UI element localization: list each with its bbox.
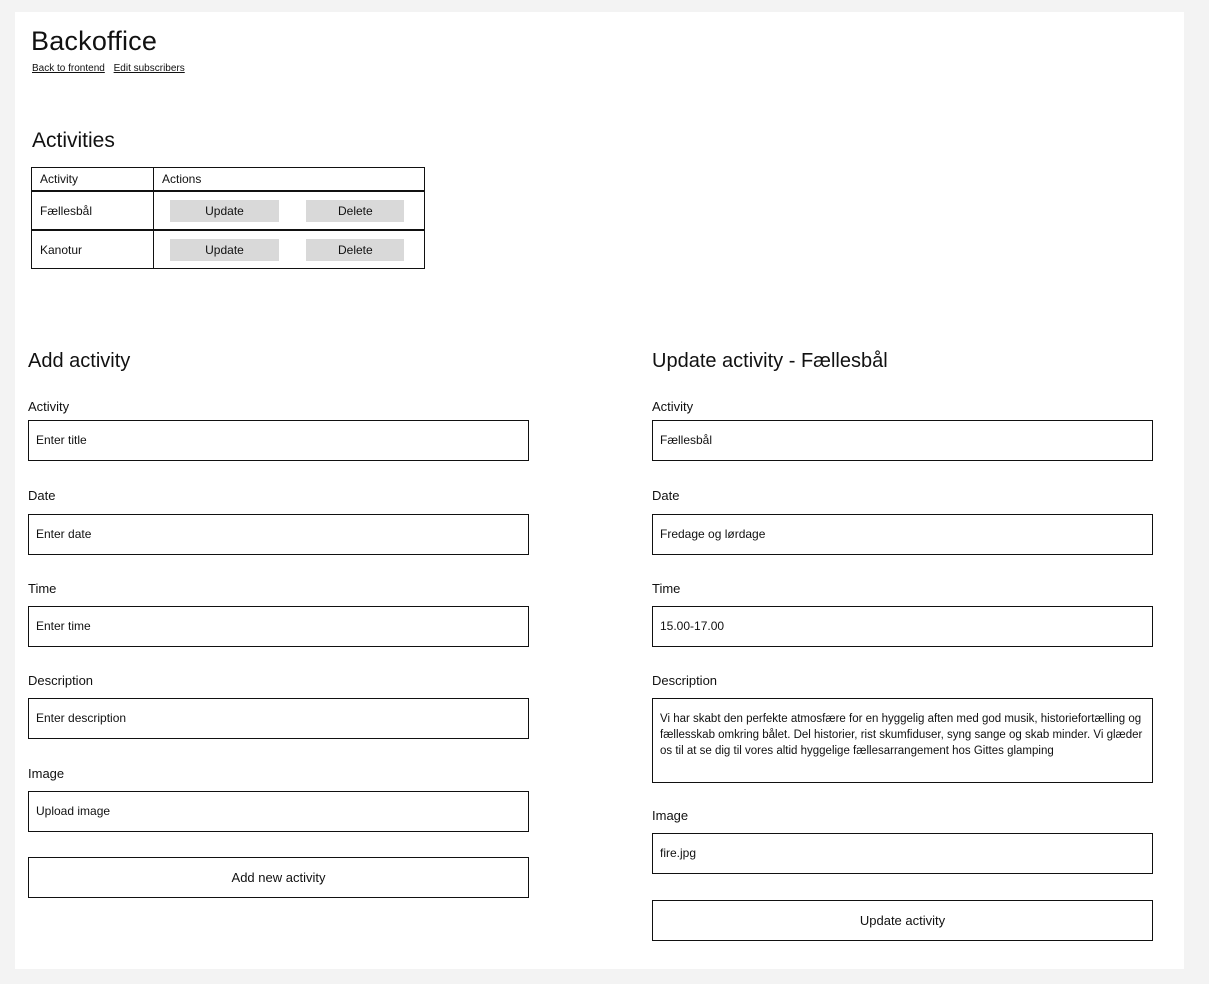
add-description-label: Description <box>28 673 94 688</box>
backoffice-panel: Backoffice Back to frontend Edit subscri… <box>15 12 1184 969</box>
activities-heading: Activities <box>32 129 115 152</box>
add-date-label: Date <box>28 488 56 503</box>
update-time-label: Time <box>652 581 681 596</box>
actions-cell: Update Delete <box>153 190 425 231</box>
update-date-label: Date <box>652 488 680 503</box>
update-button[interactable]: Update <box>170 238 279 261</box>
table-row: Fællesbål Update Delete <box>31 190 425 231</box>
add-time-label: Time <box>28 581 57 596</box>
activity-name-cell: Fællesbål <box>31 190 154 231</box>
update-button[interactable]: Update <box>170 199 279 222</box>
update-activity-button[interactable]: Update activity <box>652 900 1153 941</box>
column-header-activity: Activity <box>31 167 154 192</box>
add-description-input[interactable]: Enter description <box>28 698 529 739</box>
add-activity-heading: Add activity <box>28 350 131 372</box>
add-title-input[interactable]: Enter title <box>28 420 529 461</box>
update-time-input[interactable]: 15.00-17.00 <box>652 606 1153 647</box>
add-time-input[interactable]: Enter time <box>28 606 529 647</box>
activity-name-cell: Kanotur <box>31 229 154 269</box>
back-to-frontend-link[interactable]: Back to frontend <box>32 63 105 74</box>
add-date-input[interactable]: Enter date <box>28 514 529 555</box>
delete-button[interactable]: Delete <box>306 238 405 261</box>
delete-button[interactable]: Delete <box>306 199 405 222</box>
table-header-row: Activity Actions <box>31 167 425 192</box>
update-image-label: Image <box>652 808 689 823</box>
update-description-input[interactable]: Vi har skabt den perfekte atmosfære for … <box>652 698 1153 783</box>
top-links: Back to frontend Edit subscribers <box>32 63 191 74</box>
column-header-actions: Actions <box>153 167 425 192</box>
actions-cell: Update Delete <box>153 229 425 269</box>
update-title-input[interactable]: Fællesbål <box>652 420 1153 461</box>
page-title: Backoffice <box>31 26 158 56</box>
update-activity-label: Activity <box>652 399 694 414</box>
table-row: Kanotur Update Delete <box>31 229 425 269</box>
activities-table: Activity Actions Fællesbål Update Delete… <box>31 167 425 269</box>
update-activity-heading: Update activity - Fællesbål <box>652 350 888 372</box>
update-date-input[interactable]: Fredage og lørdage <box>652 514 1153 555</box>
add-image-label: Image <box>28 766 65 781</box>
update-description-label: Description <box>652 673 718 688</box>
edit-subscribers-link[interactable]: Edit subscribers <box>114 63 185 74</box>
update-image-upload[interactable]: fire.jpg <box>652 833 1153 874</box>
add-activity-label: Activity <box>28 399 70 414</box>
add-image-upload[interactable]: Upload image <box>28 791 529 832</box>
add-new-activity-button[interactable]: Add new activity <box>28 857 529 898</box>
